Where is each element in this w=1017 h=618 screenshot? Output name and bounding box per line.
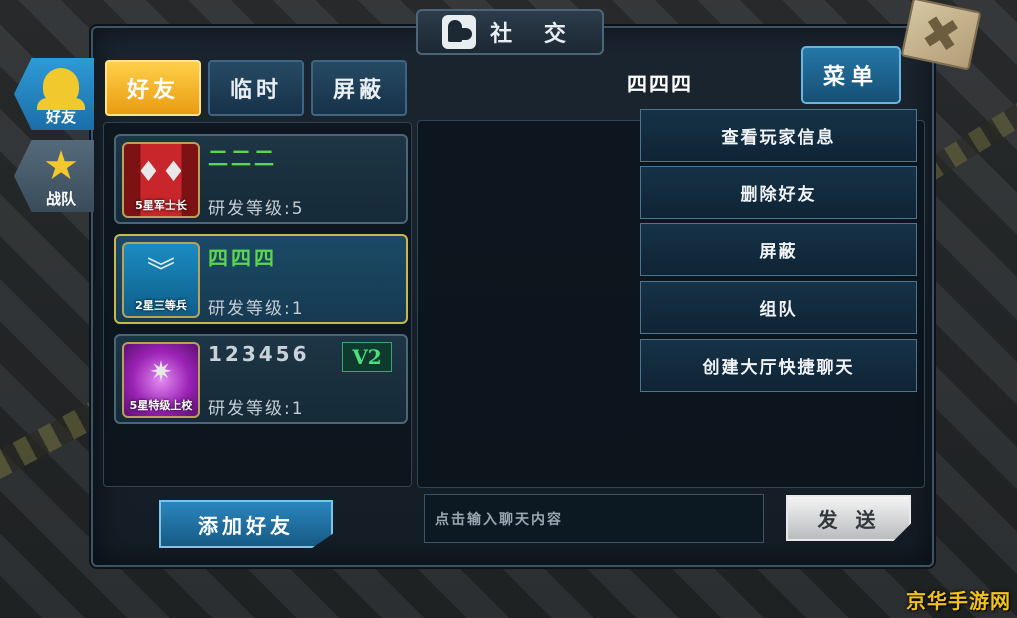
- rank-label: 5星军士长: [135, 199, 187, 212]
- menu-button[interactable]: 菜单: [801, 46, 901, 104]
- rank-label: 5星特级上校: [129, 399, 193, 412]
- panel-title-tab: 社 交: [416, 9, 604, 55]
- rank-badge: ♦♦ 5星军士长: [122, 142, 200, 218]
- friend-name: 二二二: [208, 146, 277, 170]
- menu-item-team-up[interactable]: 组队: [640, 281, 917, 334]
- panel-title: 社 交: [490, 22, 578, 47]
- soldier-head-icon: [37, 68, 85, 110]
- friend-name: 123456: [208, 342, 310, 366]
- watermark: 京华手游网: [906, 589, 1011, 613]
- rank-badge: ︾ 2星三等兵: [122, 242, 200, 318]
- friend-row[interactable]: ✷ 5星特级上校 123456 V2 研发等级:1: [114, 334, 408, 424]
- chevron-rank-icon: ♦♦: [135, 155, 187, 188]
- menu-item-view-player-info[interactable]: 查看玩家信息: [640, 109, 917, 162]
- menu-item-lobby-quick-chat[interactable]: 创建大厅快捷聊天: [640, 339, 917, 392]
- friend-level: 研发等级:1: [208, 299, 305, 319]
- tab-friends[interactable]: 好友: [105, 60, 201, 116]
- friend-row[interactable]: ♦♦ 5星军士长 二二二 研发等级:5: [114, 134, 408, 224]
- friend-name: 四四四: [208, 246, 277, 270]
- friend-level: 研发等级:5: [208, 199, 305, 219]
- rank-label: 2星三等兵: [135, 299, 187, 312]
- chat-input[interactable]: 点击输入聊天内容: [424, 494, 764, 543]
- friend-row[interactable]: ︾ 2星三等兵 四四四 研发等级:1: [114, 234, 408, 324]
- send-button[interactable]: 发送: [786, 495, 911, 541]
- tab-temporary[interactable]: 临时: [208, 60, 304, 116]
- side-tab-label: 战队: [45, 190, 76, 208]
- rank-badge: ✷ 5星特级上校: [122, 342, 200, 418]
- menu-item-delete-friend[interactable]: 删除好友: [640, 166, 917, 219]
- friend-level: 研发等级:1: [208, 399, 305, 419]
- chevron-rank-icon: ︾: [146, 255, 175, 288]
- close-icon: ✖: [916, 3, 966, 65]
- star-icon: ★: [43, 143, 79, 189]
- add-friend-button[interactable]: 添加好友: [159, 500, 333, 548]
- star-burst-rank-icon: ✷: [149, 355, 173, 388]
- menu-item-block[interactable]: 屏蔽: [640, 223, 917, 276]
- chat-target-name: 四四四: [627, 72, 693, 96]
- tab-blocked[interactable]: 屏蔽: [311, 60, 407, 116]
- vip-badge: V2: [342, 342, 392, 372]
- chat-bubble-icon: [442, 15, 477, 49]
